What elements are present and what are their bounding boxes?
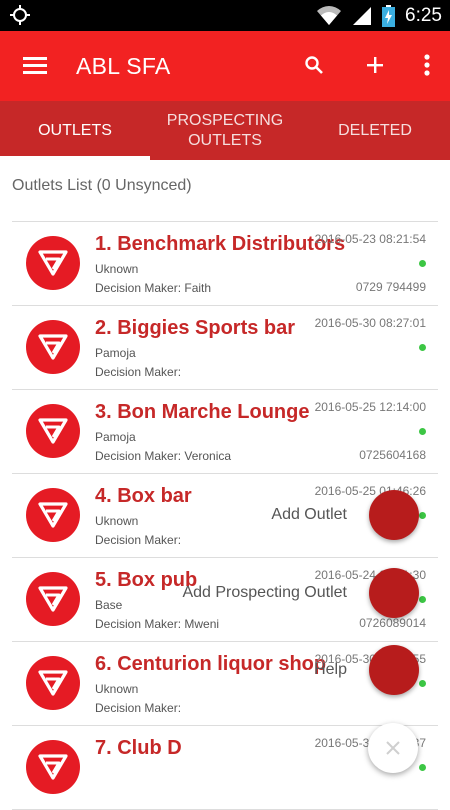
outlet-type: Uknown [95,514,139,528]
outlet-logo [26,740,80,794]
tab-outlets[interactable]: OUTLETS [0,101,150,160]
outlet-logo [26,236,80,290]
outlet-decision-maker: Decision Maker: Mweni [95,617,220,631]
tab-deleted-label: DELETED [338,121,412,139]
signal-icon [353,6,372,25]
outlet-decision-maker: Decision Maker: [95,365,182,379]
wifi-icon [317,5,342,25]
outlet-logo [26,320,80,374]
tab-bar: OUTLETS PROSPECTING OUTLETS DELETED [0,101,450,160]
outlet-phone: 0729 794499 [355,280,426,294]
outlet-date: 2016-05-30 08:27:01 [314,316,426,330]
outlet-logo [26,404,80,458]
outlet-logo [26,656,80,710]
clock: 6:25 [405,4,442,26]
add-prospecting-outlet-label[interactable]: Add Prospecting Outlet [182,584,347,602]
outlet-name: 7. Club D [95,737,182,759]
outlet-type: Pamoja [95,430,136,444]
outlet-date: 2016-05-23 08:21:54 [314,232,426,246]
outlet-logo [26,572,80,626]
outlet-type: Pamoja [95,346,136,360]
sync-status-dot [419,680,426,687]
sync-status-dot [419,344,426,351]
more-vert-icon [424,54,430,76]
list-header: Outlets List (0 Unsynced) [12,177,192,194]
search-icon [305,56,323,74]
close-icon [386,741,400,755]
status-bar: 6:25 [0,0,450,31]
outlet-name: 3. Bon Marche Lounge [95,401,310,423]
tab-prospecting-outlets[interactable]: PROSPECTING OUTLETS [150,101,300,160]
help-label[interactable]: Help [314,661,347,679]
tab-prospecting-label: PROSPECTING OUTLETS [166,111,284,149]
outlet-type: Uknown [95,262,139,276]
outlet-date: 2016-05-25 12:14:00 [314,400,426,414]
add-button[interactable] [359,49,391,81]
outlet-row[interactable]: 1. Benchmark Distributors Uknown Decision … [12,222,438,306]
overflow-menu-button[interactable] [411,49,443,81]
menu-icon[interactable] [22,53,48,79]
outlet-logo [26,488,80,542]
outlet-decision-maker: Decision Maker: [95,533,182,547]
battery-icon [382,4,396,27]
outlet-logo-icon [38,250,68,276]
app-bar: ABL SFA [0,31,450,101]
outlet-row[interactable]: 2. Biggies Sports bar Pamoja Decision Make… [12,306,438,390]
sync-status-dot [419,428,426,435]
outlet-name: 4. Box bar [95,485,192,507]
sync-status-dot [419,260,426,267]
outlet-name: 1. Benchmark Distributors [95,233,346,255]
outlet-logo-icon [38,418,68,444]
tab-deleted[interactable]: DELETED [300,101,450,160]
add-outlet-label[interactable]: Add Outlet [271,506,347,524]
outlet-phone: 0726089014 [359,616,426,630]
outlet-phone: 0725604168 [359,448,426,462]
sync-status-dot [419,512,426,519]
add-prospecting-outlet-fab[interactable] [369,568,419,618]
app-title: ABL SFA [76,53,171,79]
add-outlet-fab[interactable] [369,490,419,540]
outlet-logo-icon [38,586,68,612]
sync-status-dot [419,764,426,771]
sync-status-dot [419,596,426,603]
help-fab[interactable] [369,645,419,695]
outlet-logo-icon [38,670,68,696]
outlet-row[interactable]: 3. Bon Marche Lounge Pamoja Decision Maker… [12,390,438,474]
outlet-decision-maker: Decision Maker: Veronica [95,449,232,463]
outlet-name: 2. Biggies Sports bar [95,317,296,339]
location-icon [10,5,30,25]
outlet-decision-maker: Decision Maker: Faith [95,281,212,295]
outlet-type: Base [95,598,123,612]
outlet-logo-icon [38,502,68,528]
add-icon [367,57,383,73]
outlet-decision-maker: Decision Maker: [95,701,182,715]
outlet-type: Uknown [95,682,139,696]
tab-outlets-label: OUTLETS [38,121,112,139]
outlet-name: 6. Centurion liquor shop [95,653,327,675]
outlet-logo-icon [38,754,68,780]
search-button[interactable] [298,49,330,81]
close-fab-button[interactable] [368,723,418,773]
outlet-logo-icon [38,334,68,360]
